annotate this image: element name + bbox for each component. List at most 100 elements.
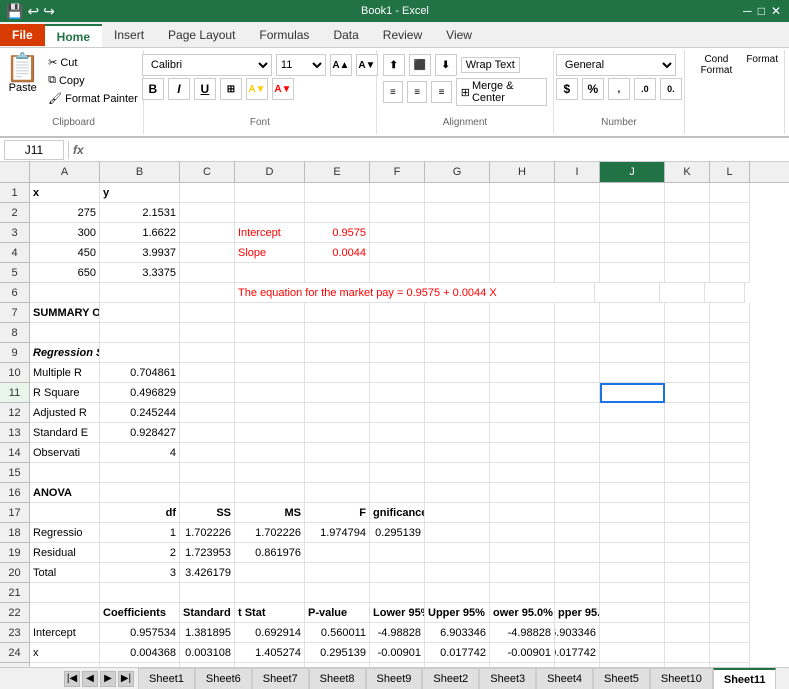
cell-l4[interactable] — [710, 243, 750, 263]
cell-b3[interactable]: 1.6622 — [100, 223, 180, 243]
row-header-1[interactable]: 1 — [0, 183, 30, 203]
copy-btn[interactable]: ⧉ Copy — [44, 72, 142, 89]
cell-j3[interactable] — [600, 223, 665, 243]
bold-btn[interactable]: B — [142, 78, 164, 100]
cell-f2[interactable] — [370, 203, 425, 223]
sheet-nav-last[interactable]: ▶| — [118, 671, 134, 687]
row-header-16[interactable]: 16 — [0, 483, 30, 503]
cell-i3[interactable] — [555, 223, 600, 243]
cell-f22[interactable]: Lower 95% — [370, 603, 425, 623]
cell-k15[interactable] — [665, 463, 710, 483]
cell-a24[interactable]: x — [30, 643, 100, 663]
cell-k2[interactable] — [665, 203, 710, 223]
cell-f8[interactable] — [370, 323, 425, 343]
cell-h1[interactable] — [490, 183, 555, 203]
cell-c16[interactable] — [180, 483, 235, 503]
cell-b10[interactable]: 0.704861 — [100, 363, 180, 383]
cell-d22[interactable]: t Stat — [235, 603, 305, 623]
tab-formulas[interactable]: Formulas — [247, 24, 321, 47]
cell-l19[interactable] — [710, 543, 750, 563]
sheet-tab-sheet7[interactable]: Sheet7 — [252, 668, 309, 689]
cell-b11[interactable]: 0.496829 — [100, 383, 180, 403]
tab-insert[interactable]: Insert — [102, 24, 156, 47]
cell-i9[interactable] — [555, 343, 600, 363]
cell-l13[interactable] — [710, 423, 750, 443]
cell-g14[interactable] — [425, 443, 490, 463]
cell-e14[interactable] — [305, 443, 370, 463]
cell-g7[interactable] — [425, 303, 490, 323]
cell-f17[interactable]: gnificance F — [370, 503, 425, 523]
cell-j20[interactable] — [600, 563, 665, 583]
cell-b19[interactable]: 2 — [100, 543, 180, 563]
sheet-tab-sheet2[interactable]: Sheet2 — [422, 668, 479, 689]
sheet-nav-next[interactable]: ▶ — [100, 671, 116, 687]
cell-b5[interactable]: 3.3375 — [100, 263, 180, 283]
cell-c7[interactable] — [180, 303, 235, 323]
increase-font-btn[interactable]: A▲ — [330, 54, 352, 76]
cell-k24[interactable] — [665, 643, 710, 663]
cell-i14[interactable] — [555, 443, 600, 463]
row-header-11[interactable]: 11 — [0, 383, 30, 403]
cell-h21[interactable] — [490, 583, 555, 603]
cell-b25[interactable] — [100, 663, 180, 667]
cell-k21[interactable] — [665, 583, 710, 603]
cell-d3[interactable]: Intercept — [235, 223, 305, 243]
cell-f14[interactable] — [370, 443, 425, 463]
cell-l8[interactable] — [710, 323, 750, 343]
cell-a1[interactable]: x — [30, 183, 100, 203]
cell-i20[interactable] — [555, 563, 600, 583]
sheet-tab-sheet3[interactable]: Sheet3 — [479, 668, 536, 689]
sheet-tab-sheet9[interactable]: Sheet9 — [366, 668, 423, 689]
col-header-l[interactable]: L — [710, 162, 750, 182]
cell-h23[interactable]: -4.98828 — [490, 623, 555, 643]
cell-g22[interactable]: Upper 95% — [425, 603, 490, 623]
cond-format-btn[interactable]: Cond Format — [691, 54, 743, 76]
cell-j16[interactable] — [600, 483, 665, 503]
align-middle-btn[interactable]: ⬛ — [409, 54, 431, 76]
cell-c9[interactable] — [180, 343, 235, 363]
align-center-btn[interactable]: ≡ — [407, 81, 427, 103]
cell-f1[interactable] — [370, 183, 425, 203]
cell-h12[interactable] — [490, 403, 555, 423]
save-quick-btn[interactable]: 💾 — [6, 3, 23, 20]
row-header-20[interactable]: 20 — [0, 563, 30, 583]
cell-a21[interactable] — [30, 583, 100, 603]
cell-l21[interactable] — [710, 583, 750, 603]
tab-data[interactable]: Data — [321, 24, 370, 47]
cell-k4[interactable] — [665, 243, 710, 263]
cell-k1[interactable] — [665, 183, 710, 203]
row-header-2[interactable]: 2 — [0, 203, 30, 223]
row-header-8[interactable]: 8 — [0, 323, 30, 343]
cell-a13[interactable]: Standard E — [30, 423, 100, 443]
cell-i2[interactable] — [555, 203, 600, 223]
cell-h8[interactable] — [490, 323, 555, 343]
cell-e19[interactable] — [305, 543, 370, 563]
cell-g24[interactable]: 0.017742 — [425, 643, 490, 663]
cell-b9[interactable] — [100, 343, 180, 363]
cell-d9[interactable] — [235, 343, 305, 363]
cell-a6[interactable] — [30, 283, 100, 303]
cell-f25[interactable] — [370, 663, 425, 667]
cell-f7[interactable] — [370, 303, 425, 323]
cell-a11[interactable]: R Square — [30, 383, 100, 403]
decrease-font-btn[interactable]: A▼ — [356, 54, 378, 76]
cell-k5[interactable] — [665, 263, 710, 283]
cell-a4[interactable]: 450 — [30, 243, 100, 263]
cell-h3[interactable] — [490, 223, 555, 243]
cell-reference-input[interactable]: J11 — [4, 140, 64, 160]
cell-i16[interactable] — [555, 483, 600, 503]
cell-f13[interactable] — [370, 423, 425, 443]
cell-g17[interactable] — [425, 503, 490, 523]
cell-f19[interactable] — [370, 543, 425, 563]
cell-h16[interactable] — [490, 483, 555, 503]
cell-g25[interactable] — [425, 663, 490, 667]
cell-l2[interactable] — [710, 203, 750, 223]
cell-c13[interactable] — [180, 423, 235, 443]
row-header-15[interactable]: 15 — [0, 463, 30, 483]
cell-k11[interactable] — [665, 383, 710, 403]
cell-c21[interactable] — [180, 583, 235, 603]
sheet-tab-sheet5[interactable]: Sheet5 — [593, 668, 650, 689]
cell-i7[interactable] — [555, 303, 600, 323]
cell-g9[interactable] — [425, 343, 490, 363]
cell-j11[interactable] — [600, 383, 665, 403]
